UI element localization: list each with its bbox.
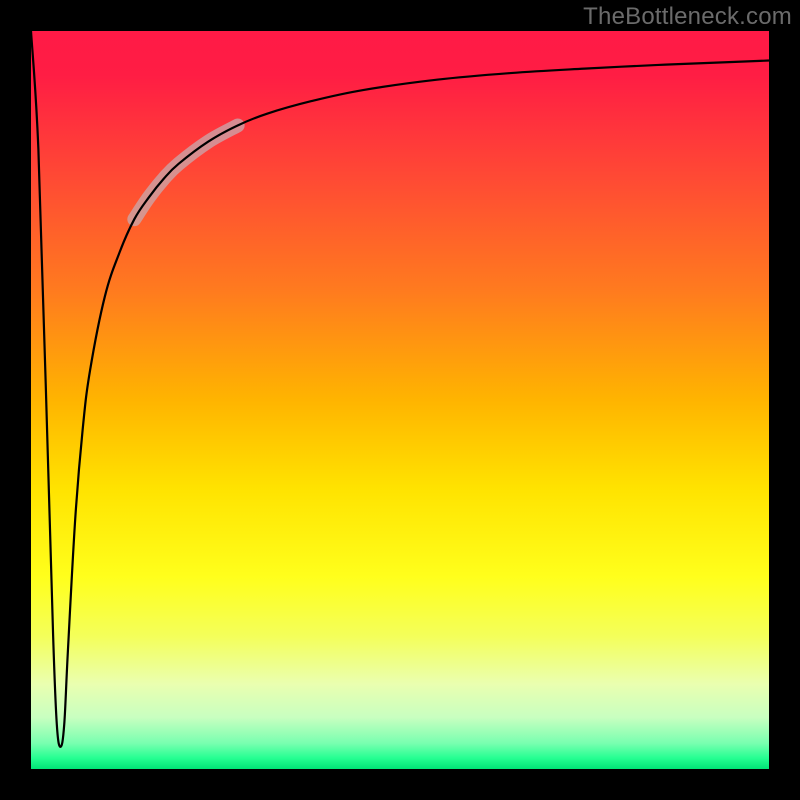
watermark-label: TheBottleneck.com [583,3,792,31]
gradient-background [31,31,769,769]
chart-svg [31,31,769,769]
plot-area [31,31,769,769]
chart-frame: TheBottleneck.com [0,0,800,800]
